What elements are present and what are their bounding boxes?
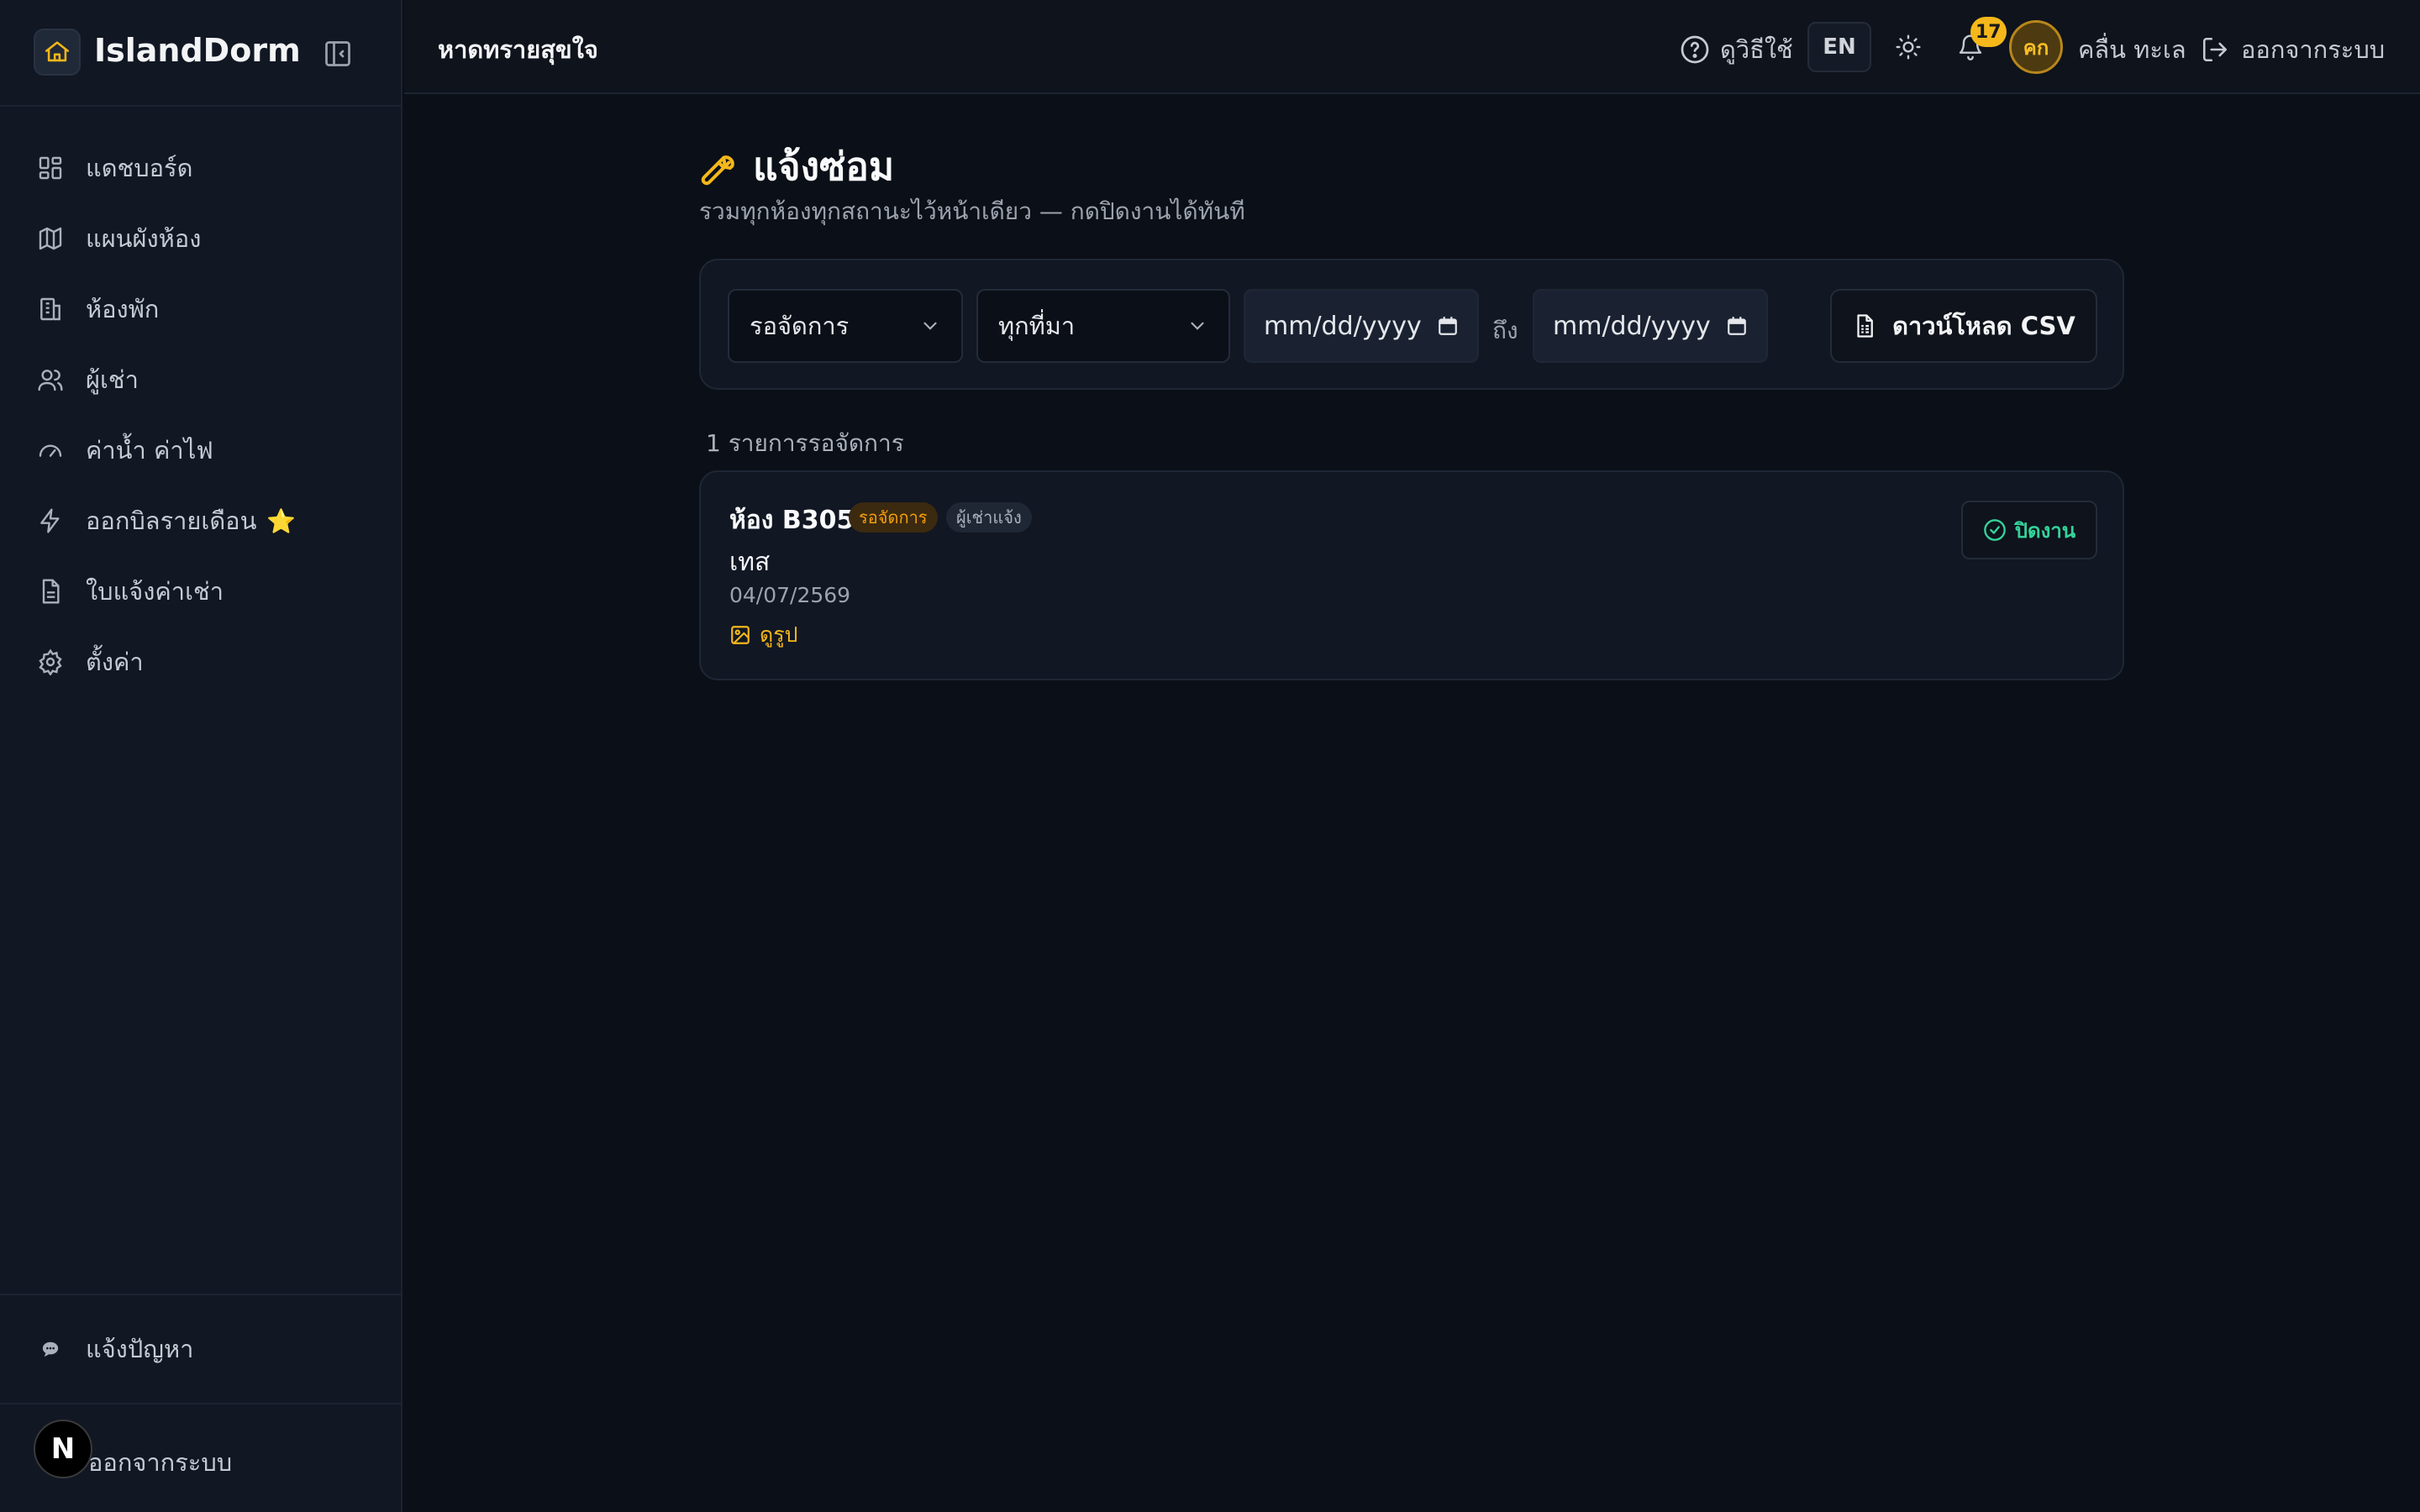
sun-icon — [1896, 34, 1921, 60]
close-job-button[interactable]: ปิดงาน — [1961, 501, 2097, 559]
gauge-icon — [35, 435, 66, 465]
sidebar-item-label: ห้องพัก — [86, 295, 160, 323]
page-title: แจ้งซ่อม — [753, 144, 895, 189]
sidebar-item-label: ค่าน้ำ ค่าไฟ — [86, 436, 213, 465]
sidebar-item-label: แดชบอร์ด — [86, 154, 193, 182]
logout-label: ออกจากระบบ — [2241, 35, 2386, 64]
chevron-down-icon — [923, 322, 937, 330]
help-label: ดูวิธีใช้ — [1720, 35, 1793, 64]
calendar-icon — [1439, 317, 1457, 335]
dashboard-icon — [35, 153, 66, 183]
check-circle-icon — [1983, 518, 2007, 542]
topbar-logout-button[interactable]: ออกจากระบบ — [2201, 30, 2385, 69]
help-circle-icon — [1680, 34, 1710, 65]
date-from-input[interactable]: mm/dd/yyyy — [1244, 289, 1479, 363]
map-icon — [35, 223, 66, 254]
sidebar-item-settings[interactable]: ตั้งค่า — [35, 637, 144, 687]
download-csv-button[interactable]: ดาวน์โหลด CSV — [1830, 289, 2097, 363]
house-logo-icon — [45, 41, 70, 62]
sidebar-item-label: ตั้งค่า — [86, 648, 144, 676]
star-icon: ⭐ — [266, 507, 297, 535]
sidebar-item-label: ออกบิลรายเดือน — [86, 507, 257, 535]
users-icon — [35, 365, 66, 395]
bolt-icon — [35, 506, 66, 536]
room-number: ห้อง B305 — [729, 506, 855, 535]
panel-collapse-icon — [325, 41, 350, 66]
collapse-sidebar-button[interactable] — [321, 37, 355, 71]
wrench-icon — [699, 147, 739, 187]
view-photo-label: ดูรูป — [760, 622, 798, 647]
download-csv-label: ดาวน์โหลด CSV — [1892, 312, 2075, 340]
sidebar-item-invoices[interactable]: ใบแจ้งค่าเช่า — [35, 566, 224, 617]
logout-icon — [2201, 35, 2229, 64]
language-toggle-button[interactable]: EN — [1807, 22, 1871, 72]
brand-logo[interactable] — [34, 29, 81, 76]
nextjs-dev-badge[interactable]: N — [34, 1420, 92, 1478]
user-name[interactable]: คลื่น ทะเล — [2078, 30, 2186, 69]
sidebar-item-rooms[interactable]: ห้องพัก — [35, 284, 159, 334]
sidebar-footer-report: แจ้งปัญหา — [0, 1294, 401, 1403]
status-filter-select[interactable]: รอจัดการ — [728, 289, 963, 363]
brand-header: IslandDorm — [0, 0, 401, 107]
sidebar-item-label: ใบแจ้งค่าเช่า — [86, 577, 224, 606]
sidebar-item-tenants[interactable]: ผู้เช่า — [35, 354, 139, 405]
brand-name[interactable]: IslandDorm — [94, 32, 301, 69]
status-filter-value: รอจัดการ — [750, 312, 850, 340]
help-link[interactable]: ดูวิธีใช้ — [1680, 30, 1793, 69]
gear-icon — [35, 647, 66, 677]
sidebar-logout-button[interactable]: ออกจากระบบ — [88, 1443, 232, 1482]
date-from-placeholder: mm/dd/yyyy — [1264, 311, 1422, 341]
sidebar-item-label: แผนผังห้อง — [86, 224, 202, 253]
request-date: 04/07/2569 — [729, 583, 851, 607]
date-to-placeholder: mm/dd/yyyy — [1553, 311, 1711, 341]
document-icon — [35, 576, 66, 606]
status-badge: รอจัดการ — [849, 502, 938, 533]
page-subtitle: รวมทุกห้องทุกสถานะไว้หน้าเดียว — กดปิดงา… — [699, 197, 1245, 225]
building-icon — [35, 294, 66, 324]
report-problem-label: แจ้งปัญหา — [86, 1335, 194, 1363]
date-range-to-label: ถึง — [1492, 317, 1518, 344]
avatar[interactable]: คก — [2009, 20, 2063, 74]
repair-request-card[interactable]: ห้อง B305 รอจัดการ ผู้เช่าแจ้ง เทส 04/07… — [699, 470, 2124, 680]
chat-bubble-icon — [35, 1334, 66, 1364]
source-badge: ผู้เช่าแจ้ง — [946, 502, 1032, 533]
notification-count-badge: 17 — [1970, 17, 2007, 47]
report-problem-link[interactable]: แจ้งปัญหา — [35, 1324, 193, 1374]
file-spreadsheet-icon — [1852, 313, 1877, 339]
close-job-label: ปิดงาน — [2014, 518, 2076, 543]
date-to-input[interactable]: mm/dd/yyyy — [1533, 289, 1768, 363]
sidebar: IslandDorm แดชบอร์ด แผนผังห้อง ห้องพัก ผ… — [0, 0, 402, 1512]
source-filter-select[interactable]: ทุกที่มา — [976, 289, 1230, 363]
theme-toggle-button[interactable] — [1891, 30, 1925, 64]
page-header: แจ้งซ่อม — [699, 136, 894, 197]
sidebar-item-dashboard[interactable]: แดชบอร์ด — [35, 143, 192, 193]
results-count: 1 รายการรอจัดการ — [706, 429, 904, 457]
filter-bar: รอจัดการ ทุกที่มา mm/dd/yyyy ถึง mm/dd/y… — [699, 259, 2124, 390]
view-photo-link[interactable]: ดูรูป — [729, 618, 798, 652]
top-bar: หาดทรายสุขใจ ดูวิธีใช้ EN 17 คก คลื่น ทะ… — [404, 0, 2420, 94]
calendar-icon — [1728, 317, 1746, 335]
request-title: เทส — [729, 548, 771, 577]
chevron-down-icon — [1191, 322, 1204, 330]
source-filter-value: ทุกที่มา — [998, 312, 1076, 340]
sidebar-item-label: ผู้เช่า — [86, 365, 139, 394]
dorm-name: หาดทรายสุขใจ — [438, 35, 598, 64]
image-icon — [729, 624, 751, 646]
sidebar-item-floor-plan[interactable]: แผนผังห้อง — [35, 213, 201, 264]
sidebar-item-monthly-billing[interactable]: ออกบิลรายเดือน ⭐ — [35, 496, 296, 546]
sidebar-item-utilities[interactable]: ค่าน้ำ ค่าไฟ — [35, 425, 213, 475]
